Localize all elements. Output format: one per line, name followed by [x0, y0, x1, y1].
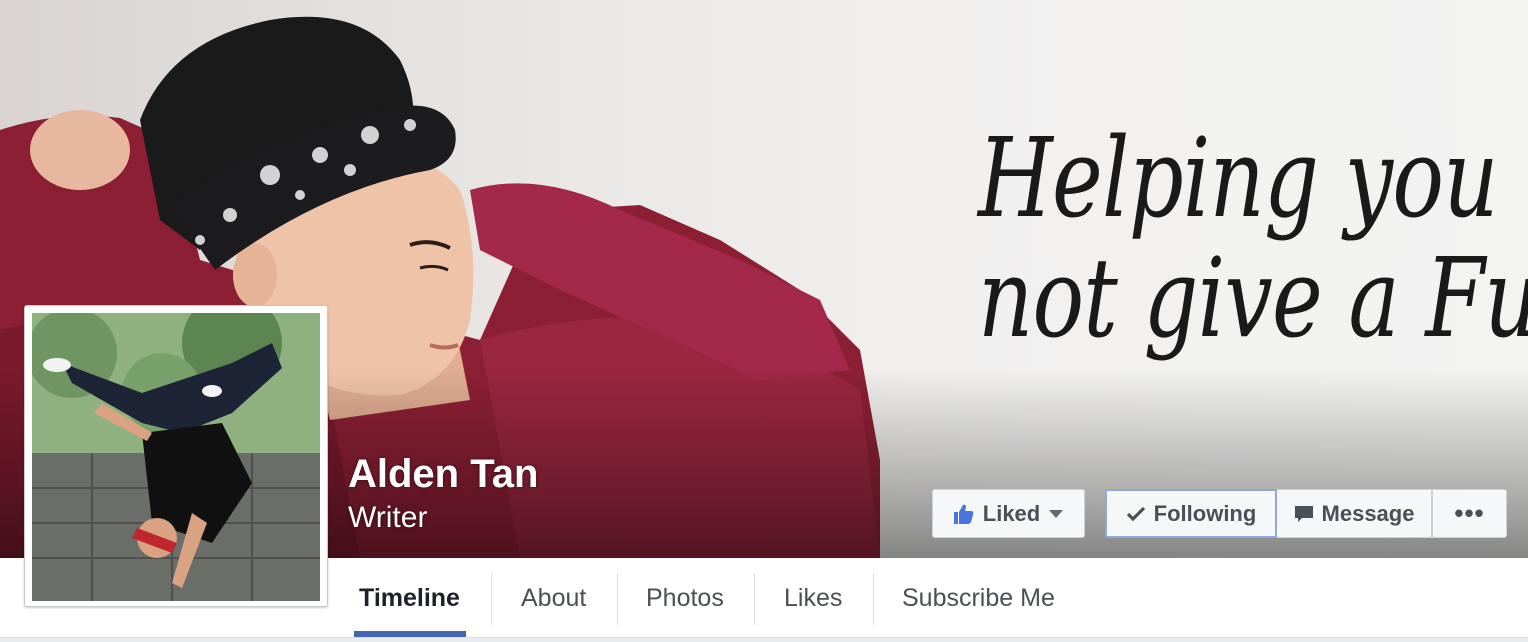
message-button[interactable]: Message — [1277, 489, 1432, 538]
cover-slogan-line1: Helping you — [978, 114, 1498, 242]
check-icon — [1126, 506, 1146, 522]
following-label: Following — [1153, 500, 1257, 526]
tab-timeline[interactable]: Timeline — [359, 558, 460, 638]
thumbs-up-icon — [953, 503, 975, 525]
tab-photos[interactable]: Photos — [646, 558, 724, 638]
more-options-button[interactable]: ••• — [1432, 489, 1507, 538]
message-icon — [1294, 504, 1314, 524]
cover-slogan: Helping you not give a Fuck — [978, 114, 1528, 362]
tab-divider — [754, 573, 755, 625]
liked-button[interactable]: Liked — [932, 489, 1085, 538]
page-title: Alden Tan — [348, 452, 539, 496]
more-icon: ••• — [1454, 498, 1485, 528]
tab-likes[interactable]: Likes — [784, 558, 842, 638]
message-label: Message — [1321, 500, 1415, 526]
tab-divider — [873, 573, 874, 625]
active-tab-indicator — [354, 631, 466, 637]
tab-divider — [491, 573, 492, 625]
tab-subscribe-me[interactable]: Subscribe Me — [902, 558, 1055, 638]
caret-down-icon — [1048, 509, 1064, 519]
profile-photo-illustration — [32, 313, 320, 601]
liked-label: Liked — [982, 500, 1041, 526]
tab-about[interactable]: About — [521, 558, 586, 638]
cover-slogan-line2: not give a Fuck — [978, 234, 1528, 362]
following-button[interactable]: Following — [1105, 489, 1277, 538]
page-category: Writer — [348, 501, 428, 534]
profile-picture[interactable] — [24, 305, 328, 607]
tab-divider — [617, 573, 618, 625]
